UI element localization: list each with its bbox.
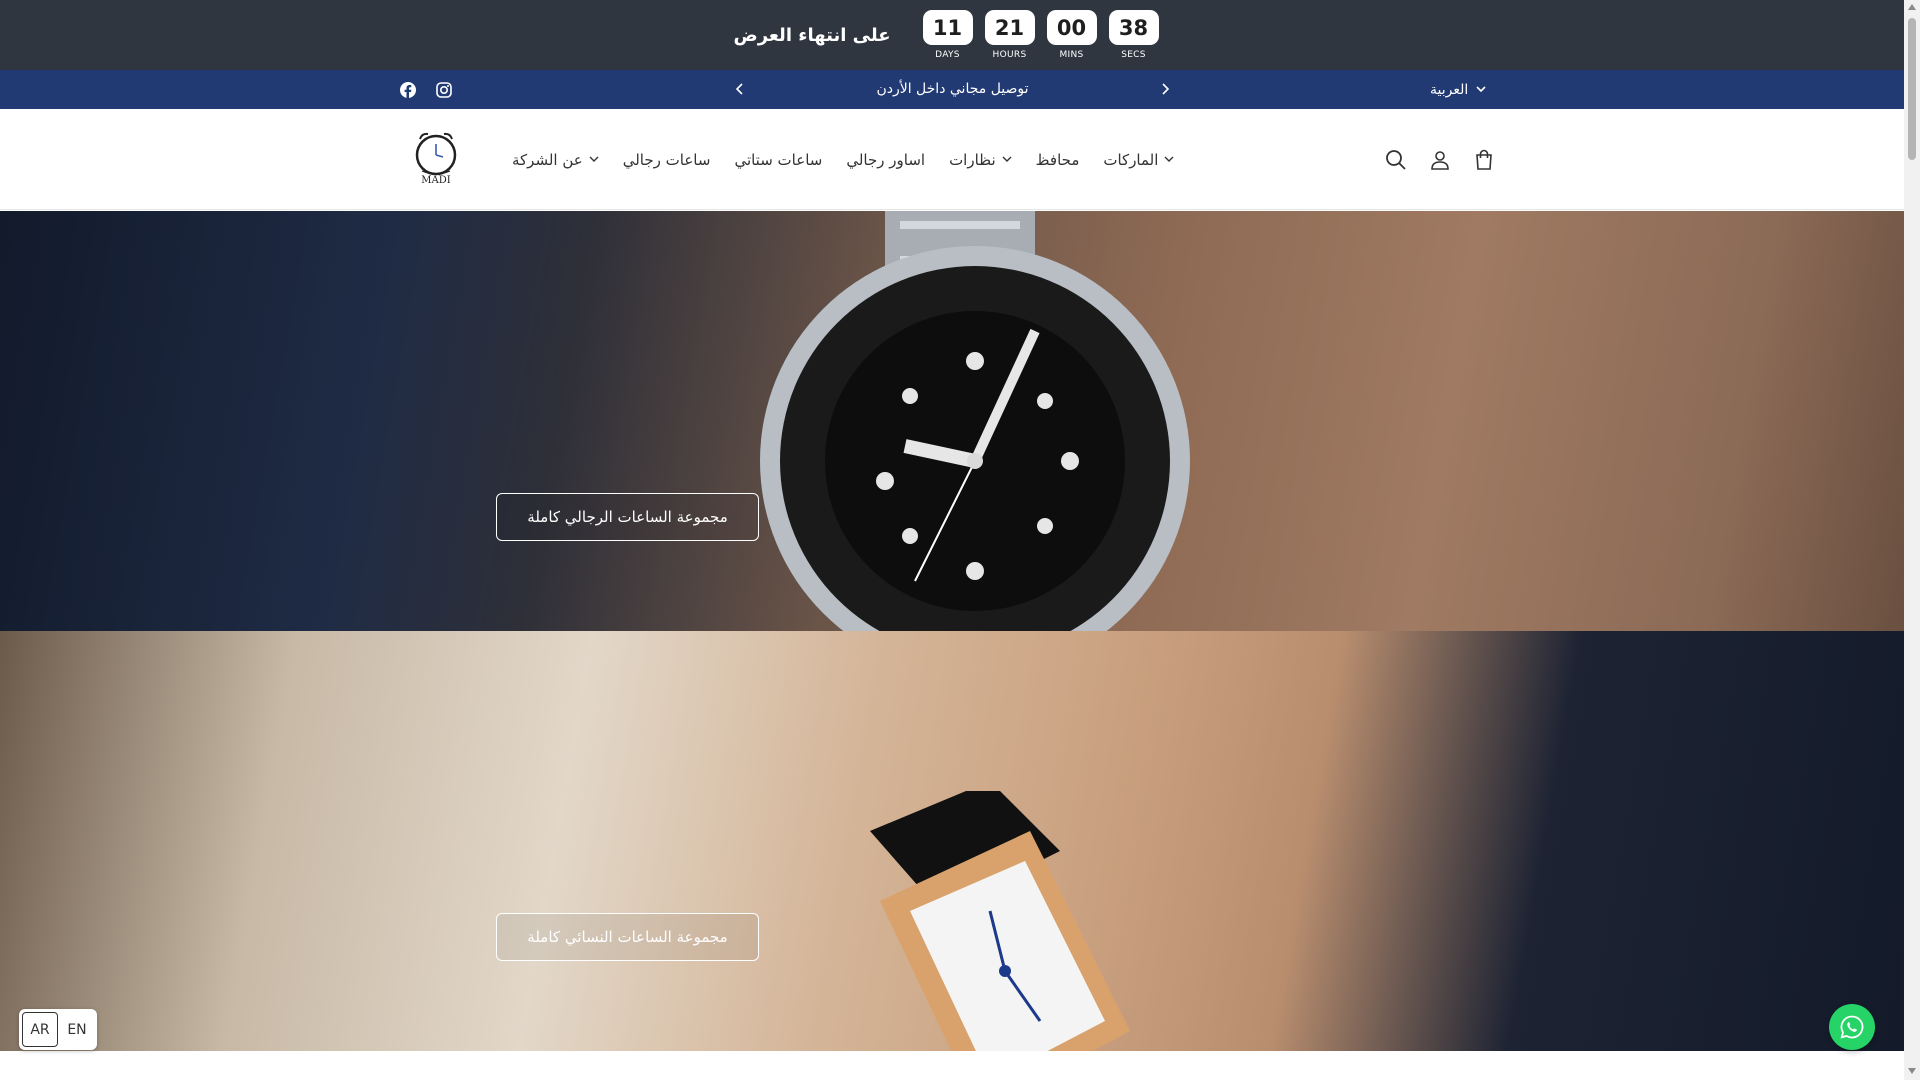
site-header: MADI عن الشركة ساعات رجالي ساعات ستاتي ا… — [0, 109, 1904, 210]
countdown-hours: 21 HOURS — [984, 10, 1035, 60]
womens-watches-banner: مجموعة الساعات النسائي كاملة — [0, 631, 1904, 1051]
countdown-timer: 11 DAYS 21 HOURS 00 MINS 38 SECS — [922, 10, 1159, 60]
chevron-right-icon — [1162, 83, 1170, 95]
countdown-hours-value: 21 — [984, 10, 1035, 45]
announcement-text: توصيل مجاني داخل الأردن — [876, 81, 1029, 97]
logo[interactable]: MADI — [406, 129, 466, 191]
mens-watch-image — [760, 211, 1190, 631]
page-scrollbar[interactable] — [1904, 0, 1920, 1080]
main-nav: عن الشركة ساعات رجالي ساعات ستاتي اساور … — [512, 109, 1174, 210]
search-icon[interactable] — [1384, 148, 1408, 172]
cart-icon[interactable] — [1472, 148, 1496, 172]
countdown-mins-value: 00 — [1046, 10, 1097, 45]
womens-watch-image — [870, 791, 1130, 1051]
countdown-days: 11 DAYS — [922, 10, 973, 60]
account-icon[interactable] — [1428, 148, 1452, 172]
nav-item-womens-watches[interactable]: ساعات ستاتي — [734, 151, 822, 169]
language-selector[interactable]: العربية — [1430, 70, 1486, 109]
countdown-hours-label: HOURS — [992, 50, 1027, 60]
nav-item-label: الماركات — [1103, 150, 1159, 169]
nav-item-label: محافظ — [1035, 150, 1080, 169]
nav-item-mens-watches[interactable]: ساعات رجالي — [623, 151, 711, 169]
announcement-bar: توصيل مجاني داخل الأردن العربية — [0, 70, 1904, 109]
countdown-secs-label: SECS — [1121, 50, 1146, 60]
nav-item-label: نظارات — [949, 150, 996, 169]
instagram-icon[interactable] — [436, 81, 452, 98]
header-actions — [1384, 109, 1496, 210]
logo-text: MADI — [421, 175, 451, 186]
lang-en-button[interactable]: EN — [60, 1012, 94, 1047]
countdown-days-label: DAYS — [935, 50, 960, 60]
countdown-secs-value: 38 — [1108, 10, 1159, 45]
countdown-mins-label: MINS — [1059, 50, 1084, 60]
nav-item-mens-bracelets[interactable]: اساور رجالي — [846, 151, 925, 169]
scrollbar-thumb[interactable] — [1908, 18, 1916, 160]
facebook-icon[interactable] — [400, 81, 416, 98]
countdown-mins: 00 MINS — [1046, 10, 1097, 60]
nav-item-label: ساعات ستاتي — [734, 150, 823, 169]
countdown-bar: على انتهاء العرض 11 DAYS 21 HOURS 00 MIN… — [0, 0, 1904, 70]
lang-ar-button[interactable]: AR — [22, 1012, 58, 1047]
whatsapp-button[interactable] — [1829, 1004, 1875, 1050]
chevron-down-icon — [1164, 156, 1174, 162]
nav-item-about[interactable]: عن الشركة — [512, 151, 599, 169]
announcement-next-button[interactable] — [1155, 79, 1175, 99]
scroll-up-arrow-icon[interactable] — [1908, 4, 1916, 10]
scroll-down-arrow-icon[interactable] — [1908, 1068, 1916, 1074]
chevron-left-icon — [735, 83, 743, 95]
nav-item-brands[interactable]: الماركات — [1103, 151, 1174, 169]
countdown-title: على انتهاء العرض — [733, 24, 891, 46]
nav-item-glasses[interactable]: نظارات — [949, 151, 1012, 169]
announcement-prev-button[interactable] — [730, 79, 750, 99]
nav-item-wallets[interactable]: محافظ — [1036, 151, 1080, 169]
countdown-days-value: 11 — [922, 10, 973, 45]
mens-watches-banner: مجموعة الساعات الرجالي كاملة — [0, 211, 1904, 631]
language-switch: AR EN — [19, 1009, 97, 1050]
nav-item-label: اساور رجالي — [846, 150, 926, 169]
nav-item-label: ساعات رجالي — [622, 150, 711, 169]
mens-collection-button[interactable]: مجموعة الساعات الرجالي كاملة — [496, 493, 759, 541]
countdown-secs: 38 SECS — [1108, 10, 1159, 60]
language-selected: العربية — [1430, 81, 1469, 98]
social-links — [400, 70, 452, 109]
womens-collection-button[interactable]: مجموعة الساعات النسائي كاملة — [496, 913, 759, 961]
chevron-down-icon — [1476, 86, 1486, 93]
nav-item-label: عن الشركة — [512, 150, 583, 169]
chevron-down-icon — [1002, 156, 1012, 162]
clock-logo-icon — [415, 132, 457, 176]
whatsapp-icon — [1840, 1015, 1864, 1039]
chevron-down-icon — [589, 156, 599, 162]
